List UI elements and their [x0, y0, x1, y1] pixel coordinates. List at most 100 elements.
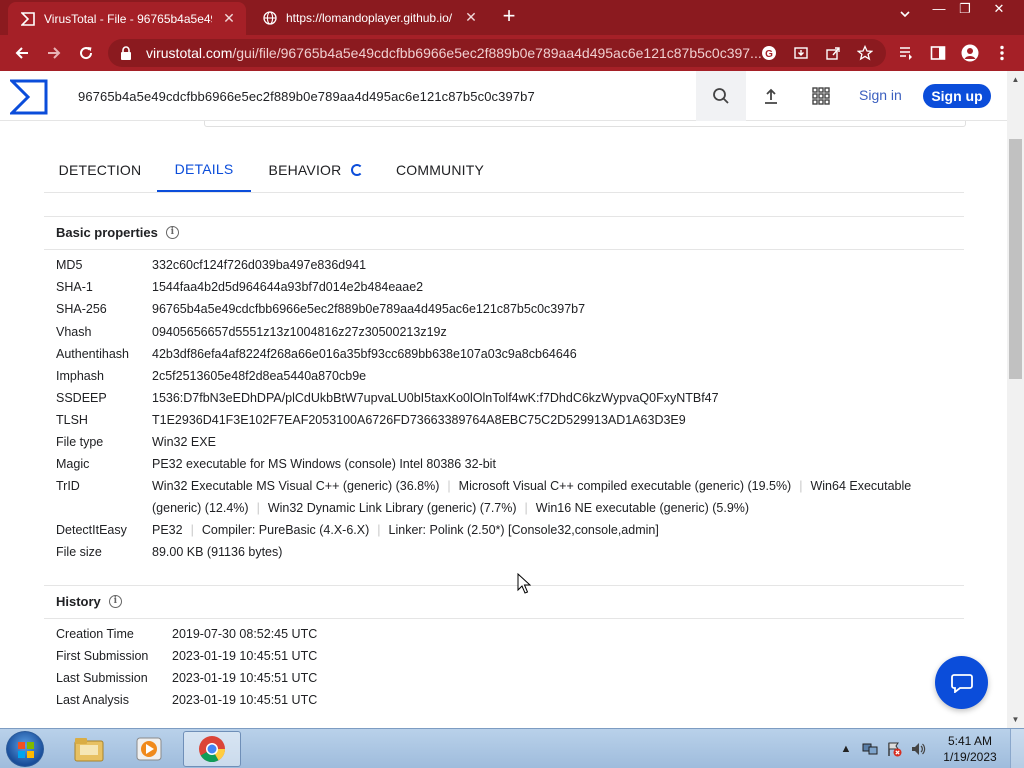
- tab-community[interactable]: COMMUNITY: [390, 147, 490, 192]
- close-icon[interactable]: ✕: [462, 9, 480, 27]
- property-value: 09405656657d5551z13z1004816z27z30500213z…: [152, 325, 447, 339]
- scroll-up-arrow-icon[interactable]: ▲: [1007, 71, 1024, 88]
- search-icon[interactable]: [696, 71, 746, 121]
- tab-label: COMMUNITY: [395, 161, 485, 178]
- share-icon[interactable]: [824, 44, 842, 62]
- separator: |: [524, 501, 528, 515]
- scroll-down-arrow-icon[interactable]: ▼: [1007, 711, 1024, 728]
- file-explorer-taskbar-icon[interactable]: [60, 731, 118, 767]
- history-key: First Submission: [56, 649, 149, 663]
- property-key: Vhash: [56, 325, 92, 339]
- profile-avatar-icon[interactable]: [958, 41, 982, 65]
- side-panel-icon[interactable]: [926, 41, 950, 65]
- browser-toolbar: virustotal.com/gui/file/96765b4a5e49cdcf…: [0, 35, 1024, 71]
- forward-arrow-icon[interactable]: [42, 41, 66, 65]
- separator: |: [256, 501, 260, 515]
- basic-properties-title: Basic properties i: [56, 225, 179, 240]
- history-key: Creation Time: [56, 627, 134, 641]
- property-key: SSDEEP: [56, 391, 107, 405]
- tab-behavior[interactable]: BEHAVIOR: [264, 147, 368, 192]
- trid-entry: (generic) (12.4%): [152, 501, 249, 515]
- system-tray: ▲ 5:41 AM 1/19/2023: [834, 729, 1024, 768]
- property-key: Imphash: [56, 369, 104, 383]
- info-icon[interactable]: i: [165, 226, 179, 239]
- history-key: Last Analysis: [56, 693, 129, 707]
- restore-button[interactable]: ❐: [950, 0, 980, 20]
- windows-start-button[interactable]: [6, 731, 44, 767]
- chrome-taskbar-icon[interactable]: [183, 731, 241, 767]
- virustotal-logo-icon[interactable]: [8, 79, 48, 115]
- media-player-taskbar-icon[interactable]: [120, 731, 178, 767]
- kebab-menu-icon[interactable]: [990, 41, 1014, 65]
- separator: |: [377, 523, 381, 537]
- reload-icon[interactable]: [74, 41, 98, 65]
- property-value: 89.00 KB (91136 bytes): [152, 545, 283, 559]
- clock-time: 5:41 AM: [947, 734, 993, 748]
- sign-in-link[interactable]: Sign in: [859, 87, 902, 103]
- reading-list-icon[interactable]: [894, 41, 918, 65]
- tab-detection[interactable]: DETECTION: [48, 147, 152, 192]
- search-input[interactable]: 96765b4a5e49cdcfbb6966e5ec2f889b0e789aa4…: [62, 71, 696, 121]
- address-bar[interactable]: virustotal.com/gui/file/96765b4a5e49cdcf…: [108, 39, 886, 67]
- page-scrollbar[interactable]: ▲ ▼: [1007, 71, 1024, 728]
- history-title: History i: [56, 594, 122, 609]
- property-value: (generic) (12.4%) | Win32 Dynamic Link Lib…: [152, 497, 749, 519]
- property-key: TrID: [56, 479, 80, 493]
- divider: [44, 249, 964, 250]
- property-key: DetectItEasy: [56, 523, 127, 537]
- url-path: /gui/file/96765b4a5e49cdcfbb6966e5ec2f88…: [232, 45, 762, 61]
- clock-date: 1/19/2023: [943, 750, 997, 764]
- show-desktop-button[interactable]: [1010, 729, 1024, 768]
- upload-icon[interactable]: [746, 71, 796, 121]
- property-value: T1E2936D41F3E102F7EAF2053100A6726FD73663…: [152, 413, 686, 427]
- browser-tab-virustotal[interactable]: VirusTotal - File - 96765b4a5e49cdcfbb ✕: [8, 2, 246, 35]
- apps-grid-icon[interactable]: [796, 71, 846, 121]
- trid-entry: Win64 Executable: [810, 479, 912, 493]
- browser-tab-strip: VirusTotal - File - 96765b4a5e49cdcfbb ✕…: [0, 0, 1024, 35]
- google-icon[interactable]: G: [760, 44, 778, 62]
- property-value: 332c60cf124f726d039ba497e836d941: [152, 258, 367, 272]
- section-title-text: History: [56, 594, 101, 609]
- virustotal-icon: [20, 11, 36, 27]
- detect-entry: Compiler: PureBasic (4.X-6.X): [201, 523, 370, 537]
- clock[interactable]: 5:41 AM 1/19/2023: [936, 733, 1004, 765]
- history-value: 2019-07-30 08:52:45 UTC: [172, 627, 318, 641]
- detect-entry: PE32: [152, 523, 183, 537]
- scrollbar-thumb[interactable]: [1009, 139, 1022, 379]
- header-underlay-bar: [204, 121, 966, 127]
- tab-details[interactable]: DETAILS: [157, 147, 251, 192]
- history-value: 2023-01-19 10:45:51 UTC: [172, 671, 318, 685]
- history-value: 2023-01-19 10:45:51 UTC: [172, 649, 318, 663]
- header-underlay: [0, 121, 1007, 129]
- separator: |: [799, 479, 803, 493]
- property-key: Magic: [56, 457, 90, 471]
- tab-label: DETECTION: [58, 161, 142, 178]
- install-icon[interactable]: [792, 44, 810, 62]
- chevron-down-icon[interactable]: [896, 8, 914, 26]
- property-key: SHA-1: [56, 280, 93, 294]
- action-center-flag-icon[interactable]: [886, 741, 902, 757]
- chat-button[interactable]: [935, 656, 988, 709]
- back-arrow-icon[interactable]: [10, 41, 34, 65]
- info-icon[interactable]: i: [108, 595, 122, 608]
- trid-entry: Win16 NE executable (generic) (5.9%): [535, 501, 750, 515]
- volume-icon[interactable]: [910, 741, 926, 757]
- property-key: SHA-256: [56, 302, 107, 316]
- property-key: TLSH: [56, 413, 88, 427]
- network-icon[interactable]: [862, 741, 878, 757]
- separator: |: [447, 479, 451, 493]
- show-hidden-icons-icon[interactable]: ▲: [838, 741, 854, 757]
- close-icon[interactable]: ✕: [220, 10, 238, 28]
- lock-icon[interactable]: [120, 45, 136, 61]
- close-window-button[interactable]: ✕: [984, 0, 1014, 20]
- mouse-cursor-icon: [517, 572, 532, 595]
- url-host: virustotal.com: [146, 45, 233, 61]
- browser-tab-title: https://lomandoplayer.github.io/: [286, 10, 453, 25]
- browser-tab-lomandoplayer[interactable]: https://lomandoplayer.github.io/ ✕: [250, 0, 488, 35]
- property-value: 42b3df86efa4af8224f268a66e016a35bf93cc68…: [152, 347, 577, 361]
- new-tab-button[interactable]: +: [498, 5, 520, 28]
- star-icon[interactable]: [856, 44, 874, 62]
- chat-bubble-icon: [950, 673, 973, 693]
- sign-up-button[interactable]: Sign up: [923, 84, 991, 108]
- report-tabs: DETECTION DETAILS BEHAVIOR COMMUNITY: [44, 147, 964, 193]
